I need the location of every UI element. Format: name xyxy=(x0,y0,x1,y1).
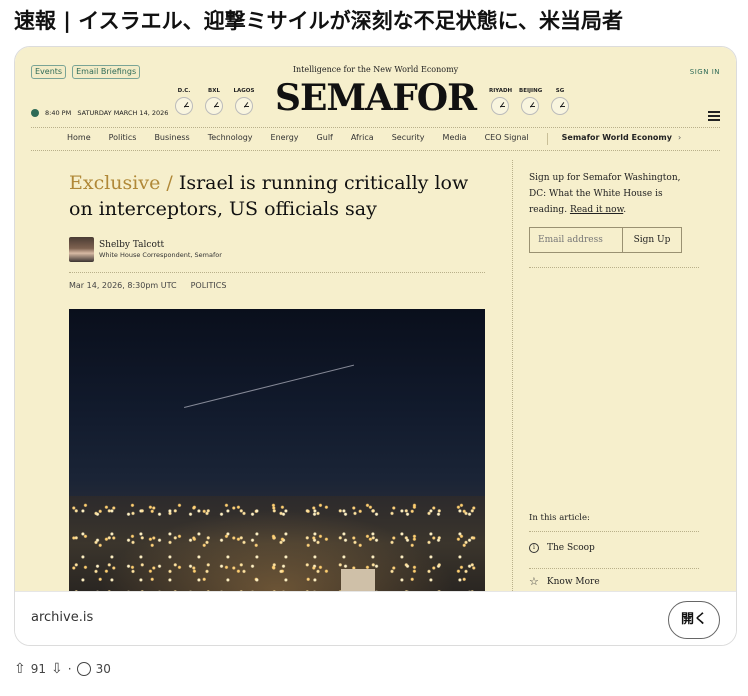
article-meta: Mar 14, 2026, 8:30pm UTC POLITICS xyxy=(69,281,226,290)
globe-icon xyxy=(31,109,39,117)
hero-image xyxy=(69,309,485,591)
star-icon: ☆ xyxy=(529,575,539,588)
open-button[interactable]: 開く xyxy=(668,601,720,639)
author-byline: Shelby Talcott White House Correspondent… xyxy=(69,237,222,262)
city-lights xyxy=(69,496,485,591)
signup-period: . xyxy=(623,205,627,215)
divider xyxy=(529,267,699,268)
world-clocks-right: RIYADH BEIJING SG xyxy=(489,88,571,115)
toc-label: Know More xyxy=(546,577,600,587)
clock-riyadh: RIYADH xyxy=(489,88,512,115)
toc-know-more[interactable]: ☆ Know More xyxy=(529,575,600,588)
clock-icon xyxy=(491,97,509,115)
building xyxy=(341,569,375,591)
nav-semafor-world-economy[interactable]: Semafor World Economy xyxy=(562,133,672,145)
nav-security[interactable]: Security xyxy=(392,133,425,145)
email-input[interactable]: Email address xyxy=(529,227,623,253)
nav-energy[interactable]: Energy xyxy=(271,133,299,145)
nav-ceo-signal[interactable]: CEO Signal xyxy=(485,133,529,145)
sign-in-link[interactable]: SIGN IN xyxy=(690,68,720,76)
main-nav: Home Politics Business Technology Energy… xyxy=(67,133,681,145)
info-circle-icon: i xyxy=(529,543,539,553)
divider xyxy=(529,531,699,532)
toc-the-scoop[interactable]: i The Scoop xyxy=(529,543,595,553)
clock-icon xyxy=(521,97,539,115)
link-domain[interactable]: archive.is xyxy=(31,610,93,625)
divider xyxy=(69,272,485,273)
nav-africa[interactable]: Africa xyxy=(351,133,374,145)
clock-sg: SG xyxy=(549,88,571,115)
action-separator: · xyxy=(67,662,72,676)
post-actions: ⇧ 91 ⇩ · 30 xyxy=(14,662,111,676)
nav-separator xyxy=(546,133,548,145)
datetime-text: 8:40 PM SATURDAY MARCH 14, 2026 xyxy=(45,109,169,117)
nav-media[interactable]: Media xyxy=(443,133,467,145)
newsletter-signup-text: Sign up for Semafor Washington, DC: What… xyxy=(529,170,689,218)
semafor-page-preview[interactable]: Events Email Briefings Intelligence for … xyxy=(15,47,736,591)
nav-politics[interactable]: Politics xyxy=(109,133,137,145)
nav-gulf[interactable]: Gulf xyxy=(317,133,333,145)
divider xyxy=(529,568,699,569)
upvote-icon[interactable]: ⇧ xyxy=(14,662,26,676)
divider xyxy=(31,150,720,151)
sidebar-divider xyxy=(512,160,513,591)
missile-streak xyxy=(184,364,355,408)
post-title: 速報 | イスラエル、迎撃ミサイルが深刻な不足状態に、米当局者 xyxy=(14,9,624,33)
author-name[interactable]: Shelby Talcott xyxy=(99,239,222,251)
link-preview-card[interactable]: Events Email Briefings Intelligence for … xyxy=(14,46,737,646)
card-footer: archive.is 開く xyxy=(15,591,736,645)
author-role: White House Correspondent, Semafor xyxy=(99,251,222,259)
comment-count[interactable]: 30 xyxy=(96,662,111,676)
hamburger-menu-icon[interactable] xyxy=(708,111,720,123)
in-this-article-label: In this article: xyxy=(529,513,590,523)
nav-technology[interactable]: Technology xyxy=(208,133,253,145)
comment-icon[interactable] xyxy=(76,662,91,676)
chevron-right-icon[interactable]: › xyxy=(678,133,681,145)
tagline: Intelligence for the New World Economy xyxy=(292,65,459,74)
downvote-icon[interactable]: ⇩ xyxy=(51,662,63,676)
article-headline: Exclusive / Israel is running critically… xyxy=(69,170,489,222)
upvote-count: 91 xyxy=(30,662,47,676)
read-it-now-link[interactable]: Read it now xyxy=(570,205,623,215)
divider xyxy=(31,127,720,128)
exclusive-label: Exclusive / xyxy=(69,172,173,194)
sign-up-button[interactable]: Sign Up xyxy=(623,227,682,253)
clock-beijing: BEIJING xyxy=(519,88,542,115)
toc-label: The Scoop xyxy=(547,543,595,553)
nav-business[interactable]: Business xyxy=(154,133,189,145)
nav-home[interactable]: Home xyxy=(67,133,91,145)
publish-date: Mar 14, 2026, 8:30pm UTC xyxy=(69,281,177,290)
author-avatar[interactable] xyxy=(69,237,94,262)
newsletter-form: Email address Sign Up xyxy=(529,227,682,253)
clock-icon xyxy=(551,97,569,115)
section-label[interactable]: POLITICS xyxy=(191,281,227,290)
current-datetime: 8:40 PM SATURDAY MARCH 14, 2026 xyxy=(31,109,168,117)
